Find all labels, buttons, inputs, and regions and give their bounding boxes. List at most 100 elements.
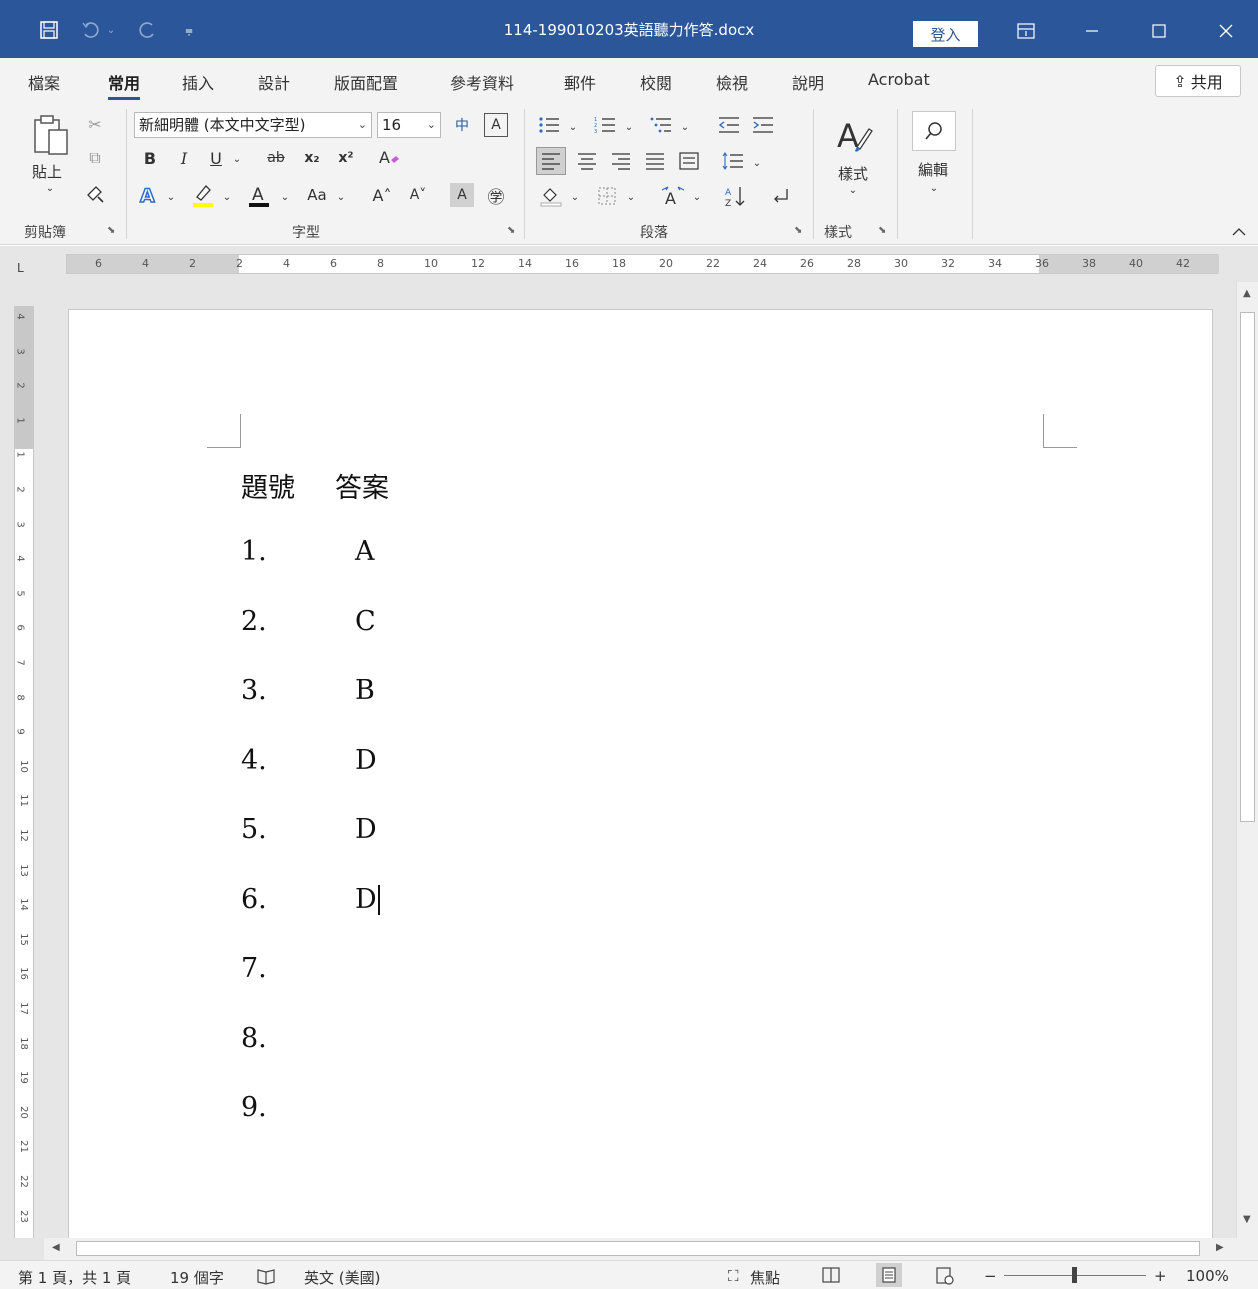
- scroll-right-icon[interactable]: ▶: [1216, 1242, 1224, 1253]
- read-mode-icon[interactable]: [822, 1267, 840, 1287]
- word-count[interactable]: 19 個字: [170, 1267, 224, 1288]
- styles-label[interactable]: 樣式: [838, 163, 868, 184]
- format-painter-icon[interactable]: [84, 183, 106, 205]
- styles-launcher-icon[interactable]: ⬊: [878, 225, 886, 236]
- bullets-icon[interactable]: [536, 113, 562, 137]
- bullets-dropdown-icon[interactable]: ⌄: [566, 117, 580, 137]
- show-marks-icon[interactable]: [766, 183, 794, 209]
- numbering-dropdown-icon[interactable]: ⌄: [622, 117, 636, 137]
- numbering-icon[interactable]: 123: [592, 113, 618, 137]
- align-right-icon[interactable]: [608, 149, 634, 173]
- share-button[interactable]: ⇪ 共用: [1155, 65, 1241, 97]
- font-color-icon[interactable]: A: [246, 181, 272, 209]
- paragraph-launcher-icon[interactable]: ⬊: [794, 225, 802, 236]
- underline-button[interactable]: U: [206, 147, 226, 169]
- styles-icon[interactable]: A: [830, 113, 876, 161]
- signin-button[interactable]: 登入: [913, 21, 978, 47]
- close-icon[interactable]: [1206, 16, 1246, 46]
- clipboard-launcher-icon[interactable]: ⬊: [107, 225, 115, 236]
- highlight-dropdown-icon[interactable]: ⌄: [220, 187, 234, 207]
- subscript-button[interactable]: x₂: [300, 147, 324, 169]
- clear-formatting-icon[interactable]: A: [376, 147, 402, 169]
- tab-references[interactable]: 參考資料: [450, 70, 514, 94]
- vertical-scroll-thumb[interactable]: [1240, 312, 1255, 822]
- multilevel-dropdown-icon[interactable]: ⌄: [678, 117, 692, 137]
- character-border-icon[interactable]: A: [484, 113, 508, 137]
- sort-icon[interactable]: AZ: [722, 183, 750, 209]
- tab-view[interactable]: 檢視: [716, 70, 748, 94]
- italic-button[interactable]: I: [174, 147, 194, 169]
- text-effects-dropdown-icon[interactable]: ⌄: [164, 187, 178, 207]
- paste-label[interactable]: 貼上: [32, 161, 62, 182]
- cut-icon[interactable]: ✂: [84, 113, 106, 135]
- tab-layout[interactable]: 版面配置: [334, 70, 398, 94]
- copy-icon[interactable]: ⧉: [84, 147, 106, 169]
- zoom-slider-thumb[interactable]: [1072, 1267, 1077, 1283]
- asian-layout-dropdown-icon[interactable]: ⌄: [690, 187, 704, 207]
- borders-icon[interactable]: [594, 183, 620, 209]
- shading-dropdown-icon[interactable]: ⌄: [568, 187, 582, 207]
- ribbon-display-icon[interactable]: [1006, 16, 1046, 46]
- tab-help[interactable]: 說明: [792, 70, 824, 94]
- tab-design[interactable]: 設計: [258, 70, 290, 94]
- focus-icon[interactable]: ⛶: [728, 1267, 739, 1285]
- document-page[interactable]: 題號 答案 1. A 2. C 3. B 4. D 5. D 6. D 7. 8. 9.: [68, 309, 1213, 1249]
- superscript-button[interactable]: x²: [334, 147, 358, 169]
- asian-layout-icon[interactable]: A: [658, 183, 688, 209]
- align-center-icon[interactable]: [574, 149, 600, 173]
- tab-acrobat[interactable]: Acrobat: [868, 70, 930, 89]
- grow-font-button[interactable]: A˄: [368, 183, 396, 207]
- shrink-font-button[interactable]: A˅: [404, 183, 432, 207]
- text-effects-icon[interactable]: A: [136, 183, 162, 207]
- tab-mailings[interactable]: 郵件: [564, 70, 596, 94]
- decrease-indent-icon[interactable]: [716, 113, 742, 137]
- horizontal-scrollbar[interactable]: ◀ ▶: [44, 1238, 1236, 1260]
- distributed-icon[interactable]: [676, 149, 702, 173]
- character-shading-button[interactable]: A: [450, 183, 474, 207]
- styles-dropdown-icon[interactable]: ⌄: [846, 183, 860, 197]
- strikethrough-button[interactable]: ab: [262, 147, 290, 169]
- vertical-ruler[interactable]: 4 3 2 1 1 2 3 4 5 6 7 8 9 10 11 12 13 14 15 16 17 18 19 20 21 22 2…: [14, 306, 34, 1242]
- font-size-select[interactable]: 16 ⌄: [377, 112, 441, 138]
- focus-label[interactable]: 焦點: [750, 1267, 780, 1288]
- web-layout-icon[interactable]: [936, 1267, 954, 1289]
- multilevel-list-icon[interactable]: [648, 113, 674, 137]
- zoom-in-button[interactable]: +: [1154, 1267, 1167, 1285]
- tab-insert[interactable]: 插入: [182, 70, 214, 94]
- paste-dropdown-icon[interactable]: ⌄: [40, 181, 60, 195]
- change-case-dropdown-icon[interactable]: ⌄: [334, 187, 348, 207]
- borders-dropdown-icon[interactable]: ⌄: [624, 187, 638, 207]
- tab-selector[interactable]: L: [17, 261, 24, 275]
- font-color-dropdown-icon[interactable]: ⌄: [278, 187, 292, 207]
- shading-icon[interactable]: [538, 183, 564, 209]
- print-layout-icon[interactable]: [876, 1263, 902, 1287]
- editing-dropdown-icon[interactable]: ⌄: [927, 181, 941, 195]
- font-name-select[interactable]: 新細明體 (本文中文字型) ⌄: [134, 112, 372, 138]
- align-left-icon[interactable]: [536, 147, 566, 175]
- horizontal-scroll-thumb[interactable]: [76, 1241, 1200, 1256]
- line-spacing-dropdown-icon[interactable]: ⌄: [750, 153, 764, 173]
- language-indicator[interactable]: 英文 (美國): [304, 1267, 380, 1288]
- bold-button[interactable]: B: [140, 147, 160, 169]
- zoom-out-button[interactable]: −: [984, 1267, 997, 1285]
- minimize-icon[interactable]: [1072, 16, 1112, 46]
- maximize-icon[interactable]: [1139, 16, 1179, 46]
- enclose-characters-button[interactable]: ㊫: [484, 183, 508, 208]
- highlight-icon[interactable]: [190, 181, 216, 209]
- font-launcher-icon[interactable]: ⬊: [507, 225, 515, 236]
- page-count[interactable]: 第 1 頁，共 1 頁: [18, 1267, 131, 1288]
- scroll-down-icon[interactable]: ▼: [1243, 1214, 1251, 1225]
- zoom-level[interactable]: 100%: [1186, 1267, 1229, 1285]
- collapse-ribbon-icon[interactable]: [1230, 223, 1248, 241]
- change-case-button[interactable]: Aa: [302, 183, 332, 207]
- vertical-scrollbar[interactable]: ▲ ▼: [1236, 282, 1258, 1238]
- tab-home[interactable]: 常用: [108, 70, 141, 100]
- underline-dropdown-icon[interactable]: ⌄: [230, 149, 244, 169]
- line-spacing-icon[interactable]: [720, 149, 746, 173]
- increase-indent-icon[interactable]: [750, 113, 776, 137]
- editing-label[interactable]: 編輯: [918, 159, 948, 180]
- horizontal-ruler[interactable]: 6 4 2 2 4 6 8 10 12 14 16 18 20 22 24 26 28 30 32 34 36 38 40 4…: [66, 254, 1219, 274]
- scroll-left-icon[interactable]: ◀: [52, 1242, 60, 1253]
- phonetic-guide-icon[interactable]: 中: [450, 113, 474, 137]
- paste-icon[interactable]: [28, 113, 74, 159]
